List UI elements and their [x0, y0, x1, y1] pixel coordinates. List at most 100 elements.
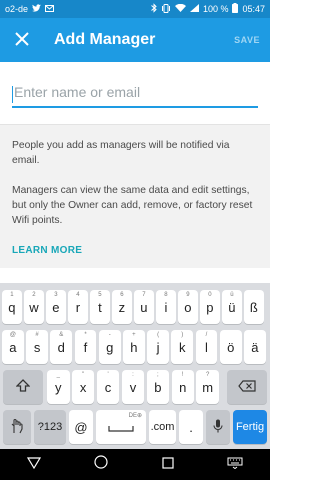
key-p[interactable]: 0p: [200, 290, 220, 324]
key-hint: !: [181, 372, 184, 378]
key-x[interactable]: " x: [71, 370, 95, 404]
key-h[interactable]: + h: [123, 330, 145, 364]
key-k[interactable]: ) k: [171, 330, 194, 364]
key-label: c: [104, 379, 112, 395]
key-hint: *: [84, 332, 87, 338]
key-c[interactable]: ' c: [96, 370, 120, 404]
key-hint: +: [132, 332, 136, 338]
learn-more-link[interactable]: LEARN MORE: [12, 243, 258, 258]
home-icon[interactable]: [94, 455, 108, 474]
key-hint: @: [9, 332, 16, 338]
key-g[interactable]: -g: [98, 330, 121, 364]
navigation-bar: [0, 449, 270, 480]
battery-icon: [232, 3, 239, 15]
dotcom-key[interactable]: .com: [149, 410, 176, 444]
key-label: ü: [228, 299, 236, 315]
key-hint: 4: [76, 292, 80, 298]
key-f[interactable]: * f: [74, 330, 97, 364]
back-icon[interactable]: [26, 456, 41, 474]
key-label: z: [118, 299, 126, 315]
key-label: i: [164, 299, 168, 315]
key-hint: 3: [54, 292, 58, 298]
done-key[interactable]: Fertig: [233, 410, 267, 444]
clock-label: 05:47: [242, 4, 265, 14]
key-w[interactable]: 2w: [24, 290, 44, 324]
key-hint: 5: [98, 292, 102, 298]
key-m[interactable]: ? m: [196, 370, 219, 404]
key-q[interactable]: 1q: [2, 290, 22, 324]
key-s[interactable]: # s: [26, 330, 48, 364]
save-button[interactable]: SAVE: [234, 35, 260, 45]
key-v[interactable]: :v: [121, 370, 145, 404]
key-label: b: [154, 379, 162, 395]
status-bar: o2-de 100 % 05:47: [0, 0, 270, 18]
page-title: Add Manager: [54, 31, 156, 48]
key-z[interactable]: 6z: [112, 290, 132, 324]
key-hint: (: [157, 332, 160, 338]
backspace-key[interactable]: [227, 370, 267, 404]
space-key[interactable]: DE⊕: [96, 410, 146, 444]
key-n[interactable]: ! n: [171, 370, 194, 404]
key-hint: :: [132, 372, 134, 378]
key-r[interactable]: 4r: [68, 290, 88, 324]
close-button[interactable]: [0, 18, 44, 62]
shift-key[interactable]: [3, 370, 43, 404]
mail-icon: [45, 4, 55, 14]
name-or-email-input[interactable]: [12, 80, 260, 100]
key-ü[interactable]: üü: [222, 290, 242, 324]
key-hint: 8: [164, 292, 168, 298]
key-hint: 2: [32, 292, 36, 298]
key-t[interactable]: 5t: [90, 290, 110, 324]
key-ä[interactable]: ä: [244, 330, 266, 364]
key-hint: -: [108, 332, 111, 338]
period-key[interactable]: .: [179, 410, 203, 444]
notify-text: People you add as managers will be notif…: [12, 140, 230, 166]
key-hint: _: [56, 372, 60, 378]
voice-input-key[interactable]: [206, 410, 230, 444]
key-label: w: [29, 299, 39, 315]
shift-icon: [15, 378, 31, 396]
key-label: t: [98, 299, 102, 315]
soft-keyboard: 1q2w3e4r5t6z7u8i9o0püüß @ a # s & d * f - g + h(j) k…: [0, 283, 270, 449]
key-l[interactable]: / l: [195, 330, 218, 364]
key-ß[interactable]: ß: [244, 290, 264, 324]
battery-label: 100 %: [202, 4, 229, 14]
key-o[interactable]: 9o: [178, 290, 198, 324]
key-b[interactable]: ; b: [146, 370, 170, 404]
key-hint: ;: [157, 372, 159, 378]
key-label: n: [179, 379, 187, 395]
key-label: g: [106, 339, 114, 355]
key-label: x: [79, 379, 87, 395]
key-label: s: [33, 339, 41, 355]
symbols-key[interactable]: ?123: [34, 410, 66, 444]
key-label: e: [52, 299, 60, 315]
name-email-field-wrapper: [12, 80, 260, 108]
handwriting-key[interactable]: [3, 410, 31, 444]
key-a[interactable]: @ a: [2, 330, 24, 364]
key-e[interactable]: 3e: [46, 290, 66, 324]
key-hint: ü: [230, 292, 234, 298]
key-label: ä: [251, 339, 259, 355]
language-hint: DE⊕: [128, 413, 142, 419]
at-key[interactable]: @: [69, 410, 93, 444]
key-u[interactable]: 7u: [134, 290, 154, 324]
key-d[interactable]: & d: [50, 330, 73, 364]
key-label: d: [57, 339, 65, 355]
key-hint: 7: [142, 292, 146, 298]
key-label: p: [206, 299, 214, 315]
recents-icon[interactable]: [162, 456, 174, 474]
hand-icon: [10, 418, 24, 437]
space-bar-icon: [108, 420, 134, 435]
close-icon: [15, 29, 29, 52]
key-hint: /: [205, 332, 208, 338]
keyboard-hide-icon[interactable]: [227, 456, 243, 474]
key-label: h: [130, 339, 138, 355]
key-j[interactable]: (j: [147, 330, 169, 364]
key-label: l: [205, 339, 208, 355]
text-cursor: [12, 86, 13, 103]
key-y[interactable]: _ y: [47, 370, 70, 404]
key-hint: &: [59, 332, 64, 338]
key-ö[interactable]: ö: [219, 330, 242, 364]
info-panel: People you add as managers will be notif…: [0, 124, 270, 268]
key-i[interactable]: 8i: [156, 290, 176, 324]
